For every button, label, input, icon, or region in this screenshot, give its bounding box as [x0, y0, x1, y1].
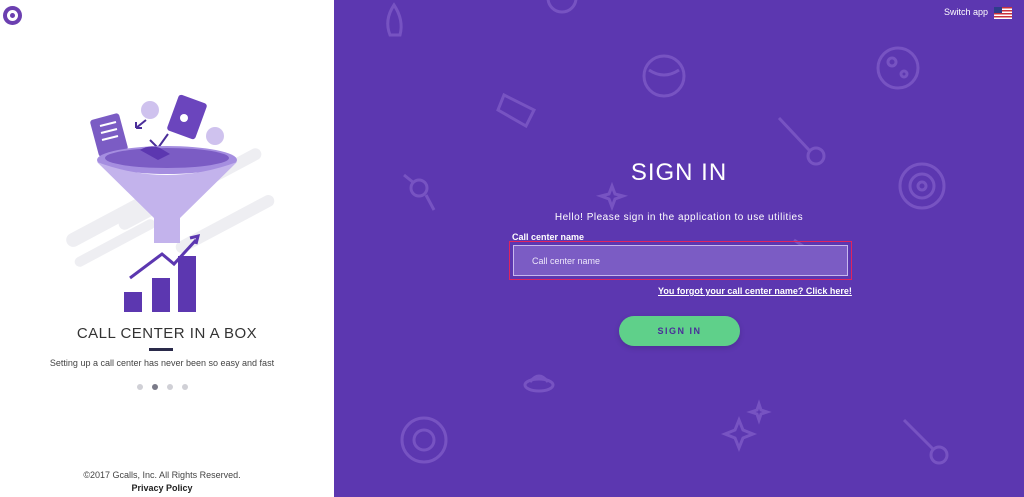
- title-underline: [149, 348, 173, 351]
- left-panel: CALL CENTER IN A BOX Setting up a call c…: [0, 0, 334, 497]
- signin-greeting: Hello! Please sign in the application to…: [554, 212, 804, 223]
- carousel-dots: [137, 384, 188, 390]
- copyright-text: ©2017 Gcalls, Inc. All Rights Reserved.: [83, 470, 241, 480]
- slide-subtitle: Setting up a call center has never been …: [49, 358, 275, 368]
- funnel-illustration: [66, 94, 275, 312]
- privacy-policy-link[interactable]: Privacy Policy: [0, 483, 324, 493]
- signin-title: SIGN IN: [630, 159, 728, 186]
- carousel-dot-1[interactable]: [137, 384, 143, 390]
- switch-app-button[interactable]: Switch app: [944, 7, 988, 17]
- signin-panel: Switch app SIGN IN Hello! Please sign in…: [334, 0, 1024, 497]
- sign-in-button[interactable]: SIGN IN: [619, 316, 740, 346]
- slide-title: CALL CENTER IN A BOX: [76, 325, 258, 342]
- carousel-dot-4[interactable]: [182, 384, 188, 390]
- app-logo-icon[interactable]: [3, 6, 22, 25]
- forgot-call-center-name-link[interactable]: You forgot your call center name? Click …: [658, 286, 852, 296]
- carousel-dot-2[interactable]: [152, 384, 158, 390]
- call-center-name-field-highlight: [509, 241, 852, 280]
- carousel-dot-3[interactable]: [167, 384, 173, 390]
- us-flag-icon[interactable]: [994, 7, 1012, 19]
- call-center-name-input[interactable]: [513, 245, 848, 276]
